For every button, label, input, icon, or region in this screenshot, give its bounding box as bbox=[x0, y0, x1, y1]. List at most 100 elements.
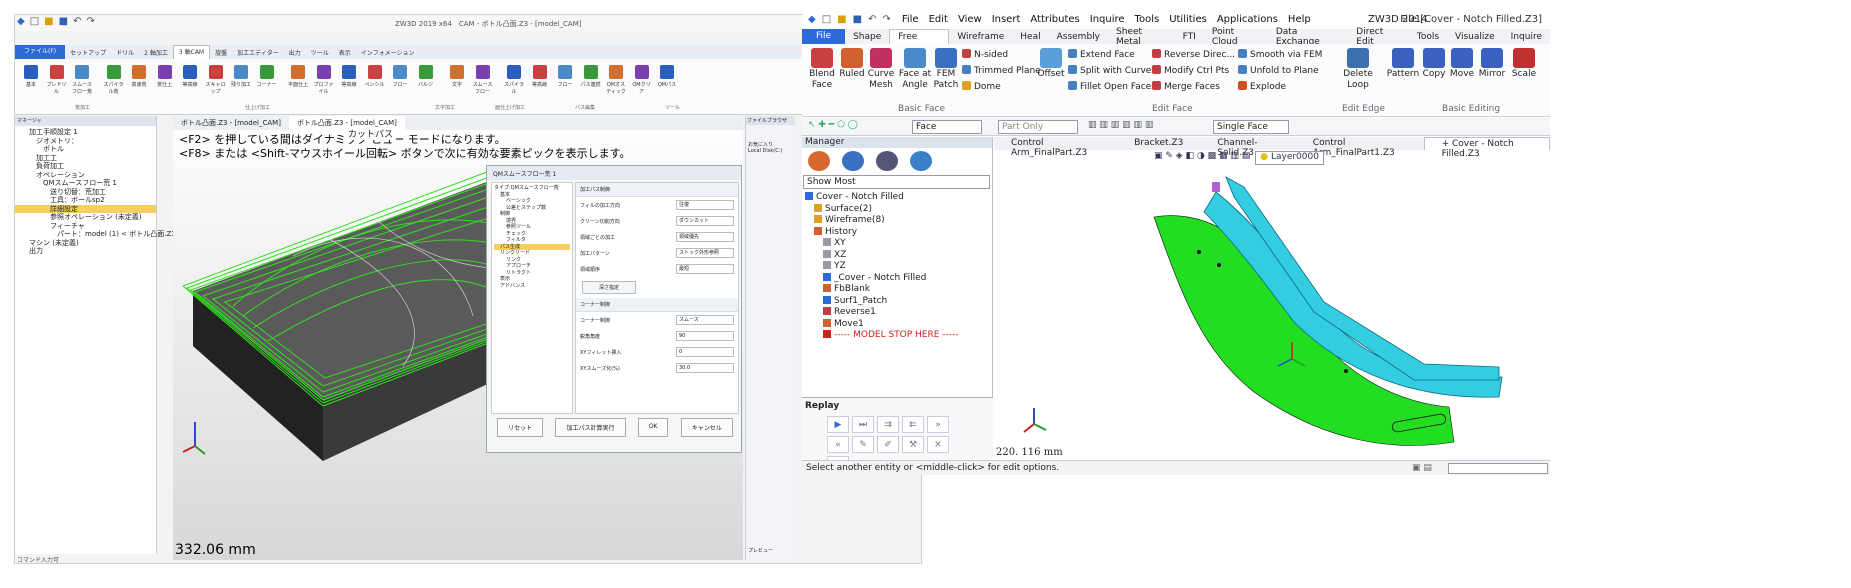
unfold-to-plane-button[interactable]: Unfold to Plane bbox=[1238, 65, 1319, 76]
tab-assembly[interactable]: Assembly bbox=[1049, 32, 1108, 42]
dome-button[interactable]: Dome bbox=[962, 81, 1001, 92]
open-icon[interactable]: ■ bbox=[837, 14, 846, 25]
pattern-button[interactable]: Pattern bbox=[1386, 48, 1420, 80]
tree-item[interactable]: パート：model (1) < ボトル凸面.Z3 bbox=[15, 230, 176, 239]
history-item[interactable]: History bbox=[805, 226, 992, 239]
tree-item[interactable]: マシン (未定義) bbox=[15, 239, 156, 248]
tab-setup[interactable]: セットアップ bbox=[65, 48, 111, 57]
tree-item[interactable]: 工具：ボールsp2 bbox=[15, 196, 156, 205]
history-item[interactable]: _Cover - Notch Filled bbox=[805, 272, 992, 285]
ribbon-button[interactable]: スパイラル bbox=[504, 65, 524, 95]
history-item[interactable]: FbBlank bbox=[805, 284, 992, 296]
delete-loop-button[interactable]: Delete Loop bbox=[1340, 48, 1376, 91]
edit-icon[interactable]: ✎ bbox=[852, 436, 874, 453]
tab-view[interactable]: 表示 bbox=[334, 48, 356, 57]
history-item[interactable]: Cover - Notch Filled bbox=[805, 192, 992, 204]
ruled-button[interactable]: Ruled bbox=[838, 48, 866, 80]
ribbon-button[interactable]: スパイラル荒 bbox=[104, 65, 124, 95]
single-face-select[interactable]: Single Face bbox=[1213, 120, 1289, 134]
view-manager-icon[interactable] bbox=[876, 151, 898, 171]
tree-item[interactable]: 加工工 bbox=[15, 154, 156, 163]
filter-face-select[interactable]: Face bbox=[912, 120, 982, 134]
tree-item[interactable]: QMスムースフロー荒 1 bbox=[15, 179, 156, 188]
redo-icon[interactable]: ↷ bbox=[882, 14, 890, 25]
blend-face-button[interactable]: Blend Face bbox=[806, 48, 838, 91]
tab-shape[interactable]: Shape bbox=[845, 32, 889, 42]
open-icon[interactable]: ■ bbox=[44, 16, 53, 27]
tab-visualize[interactable]: Visualize bbox=[1447, 32, 1503, 42]
ribbon-button[interactable]: 残り加工 bbox=[231, 65, 251, 88]
history-item[interactable]: ----- MODEL STOP HERE ----- bbox=[805, 330, 992, 342]
trimmed-plane-button[interactable]: Trimmed Plane bbox=[962, 65, 1041, 76]
show-most-select[interactable]: Show Most bbox=[803, 175, 990, 189]
new-icon[interactable]: □ bbox=[30, 16, 39, 27]
tab-file[interactable]: ファイル(F) bbox=[15, 45, 66, 59]
menu-file[interactable]: File bbox=[897, 14, 924, 25]
mirror-button[interactable]: Mirror bbox=[1476, 48, 1508, 80]
history-item[interactable]: Move1 bbox=[805, 318, 992, 331]
history-item[interactable]: Reverse1 bbox=[805, 307, 992, 319]
property-value[interactable]: 90 bbox=[676, 331, 734, 341]
ribbon-button[interactable]: 平面仕上 bbox=[288, 65, 308, 88]
doc-tab[interactable]: Control Arm_FinalPart.Z3 bbox=[994, 137, 1117, 158]
ribbon-button[interactable]: コーナー bbox=[257, 65, 277, 88]
dialog-section-header[interactable]: コーナー制御 bbox=[576, 298, 738, 312]
preview-label[interactable]: プレビュー bbox=[748, 547, 773, 554]
ribbon-button[interactable]: プロファイル bbox=[314, 65, 334, 95]
property-value[interactable]: 30.0 bbox=[676, 363, 734, 373]
cancel-button[interactable]: キャンセル bbox=[680, 418, 733, 437]
smooth-via-fem-button[interactable]: Smooth via FEM bbox=[1238, 49, 1322, 60]
property-value[interactable]: ダウンカット bbox=[676, 216, 734, 226]
ribbon-button[interactable]: 基本 bbox=[21, 65, 41, 88]
fast-forward-icon[interactable]: » bbox=[927, 416, 949, 433]
tab-tools[interactable]: Tools bbox=[1409, 32, 1447, 42]
ribbon-button[interactable]: バルジ bbox=[416, 65, 436, 88]
menu-view[interactable]: View bbox=[953, 14, 987, 25]
curve-mesh-button[interactable]: Curve Mesh bbox=[866, 48, 896, 91]
dialog-section-header[interactable]: 加工パス制御 bbox=[576, 183, 738, 197]
menu-insert[interactable]: Insert bbox=[987, 14, 1026, 25]
copy-button[interactable]: Copy bbox=[1420, 48, 1448, 80]
status-icons[interactable]: ▣ ▤ bbox=[1412, 463, 1432, 473]
delete-icon[interactable]: ✕ bbox=[927, 436, 949, 453]
reverse-direction-button[interactable]: Reverse Direc... bbox=[1152, 49, 1235, 60]
tab-2axis[interactable]: 2 軸加工 bbox=[139, 48, 173, 57]
tab-edit[interactable]: 加工エディター bbox=[232, 48, 284, 57]
save-icon[interactable]: ■ bbox=[853, 14, 862, 25]
property-value[interactable]: 最短 bbox=[676, 264, 734, 274]
depth-button[interactable]: 深さ指定 bbox=[582, 281, 636, 294]
history-item[interactable]: Surface(2) bbox=[805, 203, 992, 216]
menu-edit[interactable]: Edit bbox=[924, 14, 953, 25]
step-icon[interactable]: ⇉ bbox=[877, 416, 899, 433]
tab-lathe[interactable]: 旋盤 bbox=[210, 48, 232, 57]
ribbon-button[interactable]: プレドリル bbox=[47, 65, 67, 95]
menu-help[interactable]: Help bbox=[1283, 14, 1316, 25]
pen-icon[interactable]: ✐ bbox=[877, 436, 899, 453]
doc-tab[interactable]: + Cover - Notch Filled.Z3 bbox=[1423, 137, 1550, 159]
tab-heal[interactable]: Heal bbox=[1012, 32, 1048, 42]
ribbon-button[interactable]: スキャロップ bbox=[206, 65, 226, 95]
tab-wireframe[interactable]: Wireframe bbox=[949, 32, 1012, 42]
ribbon-button[interactable]: 等高線 bbox=[180, 65, 200, 88]
ribbon-button[interactable]: フロー bbox=[390, 65, 410, 88]
tree-item[interactable]: 負荷加工 bbox=[15, 162, 156, 171]
tab-info[interactable]: インフォメーション bbox=[356, 48, 420, 57]
calculate-button[interactable]: 加工パス計算実行 bbox=[555, 418, 626, 437]
undo-icon[interactable]: ↶ bbox=[73, 16, 81, 27]
property-value[interactable]: ストック外形参照 bbox=[676, 248, 734, 258]
tree-item[interactable]: 加工手順設定 1 bbox=[15, 128, 156, 137]
extend-face-button[interactable]: Extend Face bbox=[1068, 49, 1135, 60]
ok-button[interactable]: OK bbox=[637, 418, 669, 437]
tree-item[interactable]: ボトル bbox=[15, 145, 156, 154]
select-tool-icon[interactable]: ↖ ✚ ━ ⬠ ◯ bbox=[808, 120, 858, 130]
property-value[interactable]: 0 bbox=[676, 347, 734, 357]
part-only-select[interactable]: Part Only bbox=[998, 120, 1078, 134]
n-sided-button[interactable]: N-sided bbox=[962, 49, 1008, 60]
property-value[interactable]: 領域優先 bbox=[676, 232, 734, 242]
layer-manager-icon[interactable] bbox=[910, 151, 932, 171]
save-icon[interactable]: ■ bbox=[59, 16, 68, 27]
menu-tools[interactable]: Tools bbox=[1130, 14, 1165, 25]
tab-fti[interactable]: FTI bbox=[1175, 32, 1204, 42]
model-viewport[interactable]: Control Arm_FinalPart.Z3 Bracket.Z3 Channe… bbox=[994, 137, 1550, 460]
dialog-tree-item[interactable]: タイプ:QMスムースフロー荒 bbox=[494, 185, 570, 192]
